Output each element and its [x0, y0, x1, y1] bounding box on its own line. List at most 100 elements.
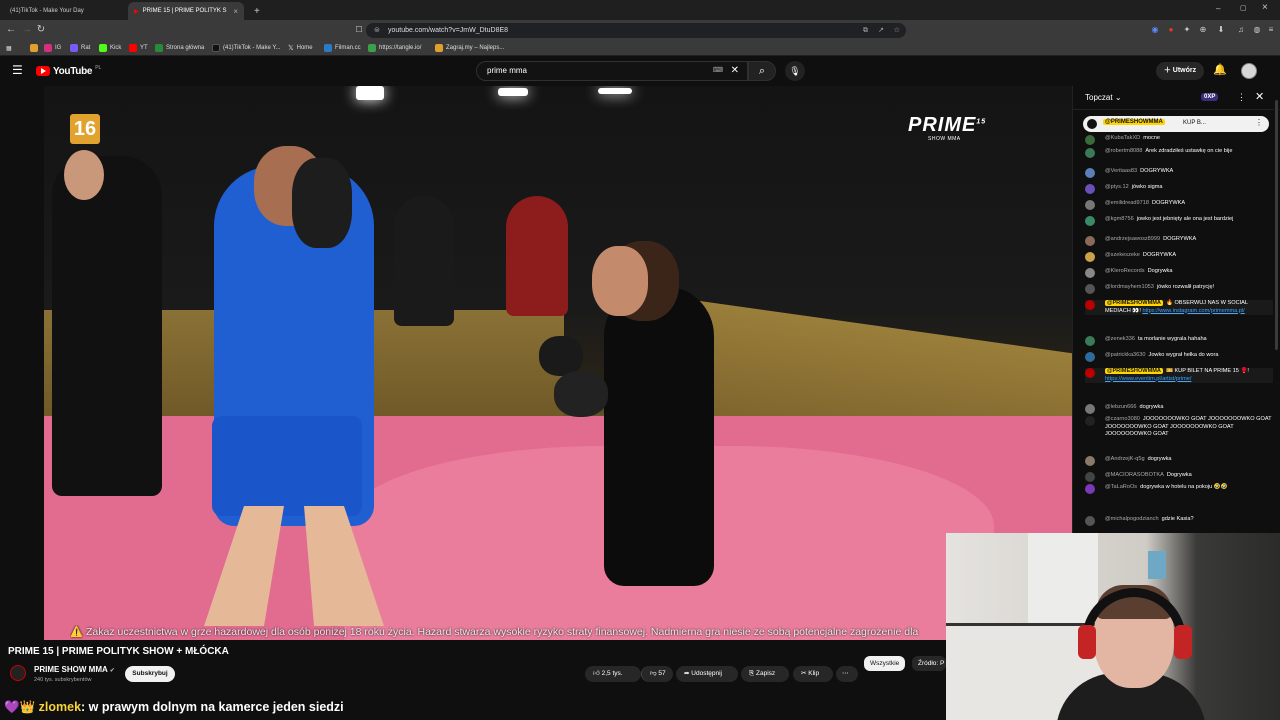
- chat-avatar[interactable]: [1085, 184, 1095, 194]
- chat-author[interactable]: @robertm8088: [1105, 148, 1142, 154]
- clip-button[interactable]: ✂ Klip: [793, 666, 833, 682]
- chat-link[interactable]: https://www.instagram.com/primemma.pl/: [1142, 308, 1244, 314]
- chat-avatar[interactable]: [1085, 200, 1095, 210]
- chat-author[interactable]: @emilidread9718: [1105, 200, 1149, 206]
- chat-avatar[interactable]: [1085, 135, 1095, 145]
- extension-puzzle-icon[interactable]: ✦: [1180, 23, 1194, 37]
- extension-pin-icon[interactable]: ⊕: [1196, 23, 1210, 37]
- like-button[interactable]: 👍︎ 2,5 tys.: [585, 666, 641, 682]
- chat-avatar[interactable]: [1085, 268, 1095, 278]
- chat-avatar[interactable]: [1085, 336, 1095, 346]
- browser-tab-youtube[interactable]: ▶ PRIME 15 | PRIME POLITYK S ×: [128, 2, 244, 20]
- chat-message[interactable]: @robertm8088 Arek zdradziłeś ustawkę on c…: [1085, 148, 1273, 158]
- maximize-icon[interactable]: ▢: [1240, 4, 1247, 12]
- browser-tab-tiktok[interactable]: (41)TikTok - Make Your Day: [4, 2, 124, 20]
- bookmark-rat[interactable]: Rat: [70, 42, 90, 54]
- chat-message[interactable]: @patrickka3630 Jowko wygrał hełka do wora: [1085, 352, 1273, 362]
- keyboard-icon[interactable]: ⌨: [713, 62, 723, 80]
- chat-avatar[interactable]: [1085, 300, 1095, 310]
- chat-scrollbar-thumb[interactable]: [1275, 100, 1278, 350]
- bookmark-page-icon[interactable]: ☐: [352, 23, 366, 37]
- profile-icon[interactable]: ◍: [1250, 23, 1264, 37]
- chat-author[interactable]: @michalpogodzianch: [1105, 516, 1159, 522]
- pinned-menu-icon[interactable]: ⋮: [1255, 118, 1263, 127]
- browser-menu-icon[interactable]: ≡: [1264, 23, 1278, 37]
- chat-close-icon[interactable]: ✕: [1255, 90, 1264, 103]
- chat-author[interactable]: @AndrzejK-q5g: [1105, 456, 1145, 462]
- chat-avatar[interactable]: [1085, 284, 1095, 294]
- chat-author[interactable]: @patrickka3630: [1105, 352, 1146, 358]
- chat-avatar[interactable]: [1085, 404, 1095, 414]
- search-button[interactable]: ⌕: [748, 61, 776, 81]
- chat-avatar[interactable]: [1085, 216, 1095, 226]
- chat-mode-dropdown[interactable]: Topczat ⌄: [1085, 93, 1122, 102]
- chat-author[interactable]: @TaLaRoOs: [1105, 484, 1137, 490]
- chat-message[interactable]: @TaLaRoOs dogrywka w hotelu na pokoju 🤣🤣: [1085, 484, 1273, 494]
- back-icon[interactable]: ←: [4, 23, 18, 37]
- chat-menu-icon[interactable]: ⋮: [1237, 92, 1246, 103]
- bookmark-zagraj[interactable]: Zagraj.my – Najleps...: [435, 42, 504, 54]
- chat-message[interactable]: @czarno3080 JOOOOOOOWKO GOAT JOOOOOOOWKO …: [1085, 416, 1273, 439]
- bookmark-folder-icon[interactable]: [30, 42, 38, 54]
- chat-avatar[interactable]: [1085, 352, 1095, 362]
- apps-icon[interactable]: ▦: [6, 42, 12, 54]
- bookmark-ig[interactable]: IG: [44, 42, 61, 54]
- chat-message[interactable]: @MACIORASOBOTKA Dogrywka: [1085, 472, 1273, 482]
- extension-icon[interactable]: ◉: [1148, 23, 1162, 37]
- chat-message[interactable]: @KleroRecords Dogrywka: [1085, 268, 1273, 278]
- chat-message[interactable]: @ptys.12 jówko sigma: [1085, 184, 1273, 194]
- chat-message[interactable]: @Veritaas83 DOGRYWKA: [1085, 168, 1273, 178]
- share-button[interactable]: ➦ Udostępnij: [676, 666, 738, 682]
- dislike-button[interactable]: 👎︎ 57: [641, 666, 673, 682]
- chat-message[interactable]: @andrzejsawosz8999 DOGRYWKA: [1085, 236, 1273, 246]
- star-icon[interactable]: ☆: [894, 23, 900, 38]
- chat-author[interactable]: @szekeszeke: [1105, 252, 1140, 258]
- chat-avatar[interactable]: [1085, 252, 1095, 262]
- search-input[interactable]: prime mma ⌨ ✕: [476, 61, 748, 81]
- bookmark-yt[interactable]: YT: [129, 42, 148, 54]
- chat-message[interactable]: @michalpogodzianch gdzie Kasia?: [1085, 516, 1273, 526]
- chat-avatar[interactable]: [1085, 236, 1095, 246]
- chat-author[interactable]: @ptys.12: [1105, 184, 1129, 190]
- save-button[interactable]: ⎘ Zapisz: [741, 666, 789, 682]
- chat-avatar[interactable]: [1085, 148, 1095, 158]
- chat-message[interactable]: @kgm8756 jowko jest jebnięty ale ona jest…: [1085, 216, 1273, 226]
- notifications-bell-icon[interactable]: 🔔: [1213, 63, 1227, 76]
- reload-icon[interactable]: ↻: [34, 23, 48, 37]
- bookmark-tiktok[interactable]: (41)TikTok - Make Y...: [212, 42, 281, 54]
- more-actions-button[interactable]: ⋯: [836, 666, 858, 682]
- install-icon[interactable]: ⧉: [863, 23, 868, 38]
- bookmark-home[interactable]: Strona główna: [155, 42, 204, 54]
- voice-search-button[interactable]: 🎙: [785, 61, 805, 81]
- chat-avatar[interactable]: [1085, 456, 1095, 466]
- site-info-icon[interactable]: ⊜: [374, 23, 380, 38]
- chat-avatar[interactable]: [1085, 516, 1095, 526]
- chat-message[interactable]: @AndrzejK-q5g dogrywka: [1085, 456, 1273, 466]
- chat-author[interactable]: @PRIMESHOWMMA: [1105, 300, 1163, 306]
- pinned-message[interactable]: @PRIMESHOWMMA KUP B... ⋮: [1083, 116, 1269, 132]
- chat-author[interactable]: @zenek336: [1105, 336, 1135, 342]
- media-icon[interactable]: ♫: [1234, 23, 1248, 37]
- chat-author[interactable]: @KleroRecords: [1105, 268, 1145, 274]
- video-player[interactable]: 16 PRIME15 SHOW MMA: [44, 86, 1072, 640]
- youtube-logo[interactable]: YouTube PL: [36, 65, 101, 77]
- chat-link[interactable]: https://www.eventim.pl/artist/prime/: [1105, 376, 1191, 382]
- hamburger-menu-icon[interactable]: ☰: [12, 64, 24, 76]
- chat-author[interactable]: @Veritaas83: [1105, 168, 1137, 174]
- chat-message[interactable]: @zenek336 ta morlanie wygrala hahaha: [1085, 336, 1273, 346]
- chat-avatar[interactable]: [1085, 168, 1095, 178]
- chat-avatar[interactable]: [1085, 484, 1095, 494]
- chat-author[interactable]: @kgm8756: [1105, 216, 1134, 222]
- subscribe-button[interactable]: Subskrybuj: [125, 666, 175, 682]
- bookmark-kick[interactable]: Kick: [99, 42, 121, 54]
- close-window-icon[interactable]: ×: [1262, 2, 1268, 13]
- chat-author[interactable]: @lebzun666: [1105, 404, 1137, 410]
- chat-author[interactable]: @PRIMESHOWMMA: [1105, 368, 1163, 374]
- xp-badge[interactable]: 0XP: [1201, 93, 1219, 101]
- chat-author[interactable]: @czarno3080: [1105, 416, 1140, 422]
- bookmark-tangle[interactable]: https://tangle.io/: [368, 42, 421, 54]
- chat-avatar[interactable]: [1085, 368, 1095, 378]
- bookmark-x-home[interactable]: 𝕏 Home: [288, 42, 313, 54]
- filter-chip-source[interactable]: Źródło: P: [912, 656, 946, 671]
- channel-avatar[interactable]: [10, 665, 26, 681]
